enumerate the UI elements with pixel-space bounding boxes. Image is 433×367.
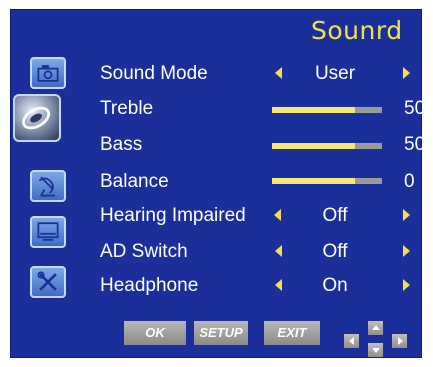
menu-title: Sounrd: [311, 16, 403, 45]
left-arrow-icon: [349, 337, 354, 345]
headphone-value[interactable]: On: [310, 275, 360, 297]
hearing-impaired-value[interactable]: Off: [310, 205, 360, 227]
balance-slider[interactable]: [272, 178, 382, 184]
treble-slider-fill: [272, 107, 355, 113]
channel-icon[interactable]: [30, 170, 66, 202]
treble-label: Treble: [100, 98, 154, 119]
treble-slider[interactable]: [272, 107, 382, 113]
headphone-right-arrow[interactable]: [403, 279, 410, 291]
ad-switch-left-arrow[interactable]: [275, 245, 282, 257]
nav-up-button[interactable]: [368, 321, 383, 335]
nav-right-button[interactable]: [392, 334, 407, 348]
sound-mode-value[interactable]: User: [310, 63, 360, 85]
sound-icon[interactable]: [13, 94, 61, 142]
hearing-impaired-left-arrow[interactable]: [274, 209, 281, 221]
balance-slider-fill: [272, 178, 355, 184]
ad-switch-label: AD Switch: [100, 241, 188, 262]
right-arrow-icon: [398, 337, 403, 345]
setup-icon[interactable]: [30, 266, 66, 298]
sound-mode-left-arrow[interactable]: [275, 67, 282, 79]
ok-button[interactable]: OK: [124, 321, 186, 345]
exit-button[interactable]: EXIT: [264, 321, 320, 345]
setup-button[interactable]: SETUP: [194, 321, 248, 345]
bass-value: 50: [404, 134, 426, 155]
ad-switch-value[interactable]: Off: [310, 241, 360, 263]
nav-down-button[interactable]: [368, 343, 383, 357]
bass-slider-fill: [272, 143, 355, 149]
balance-value: 0: [404, 171, 415, 192]
down-arrow-icon: [372, 348, 380, 353]
ad-switch-right-arrow[interactable]: [403, 245, 410, 257]
balance-label: Balance: [100, 171, 169, 192]
bass-label: Bass: [100, 134, 143, 155]
headphone-label: Headphone: [100, 275, 199, 296]
bass-slider[interactable]: [272, 143, 382, 149]
sound-mode-label: Sound Mode: [100, 63, 208, 84]
treble-value: 50: [404, 98, 426, 119]
hearing-impaired-label: Hearing Impaired: [100, 205, 246, 226]
nav-left-button[interactable]: [344, 334, 359, 348]
screen-icon[interactable]: [30, 216, 66, 248]
up-arrow-icon: [372, 325, 380, 330]
sound-mode-right-arrow[interactable]: [403, 67, 410, 79]
headphone-left-arrow[interactable]: [275, 279, 282, 291]
picture-icon[interactable]: [30, 57, 66, 89]
hearing-impaired-right-arrow[interactable]: [403, 209, 410, 221]
